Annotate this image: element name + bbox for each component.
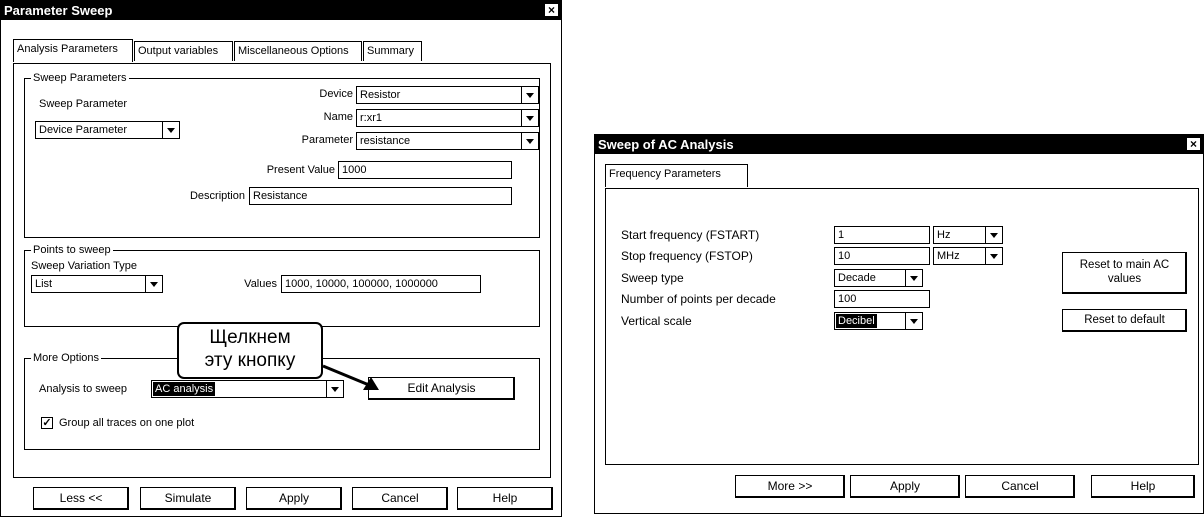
device-select[interactable]: Resistor xyxy=(356,86,539,104)
sweep-parameter-select[interactable]: Device Parameter xyxy=(35,121,180,139)
close-icon[interactable]: × xyxy=(1186,137,1201,151)
start-unit-value: Hz xyxy=(937,229,951,241)
parameter-sweep-window: Parameter Sweep × Analysis Parameters Ou… xyxy=(0,0,562,517)
chevron-down-icon[interactable] xyxy=(521,133,538,149)
less-button[interactable]: Less << xyxy=(33,487,129,510)
apply-button[interactable]: Apply xyxy=(246,487,342,510)
sweep-type-label: Sweep type xyxy=(621,271,684,285)
help-button[interactable]: Help xyxy=(1091,475,1195,498)
description-field[interactable]: Resistance xyxy=(249,187,512,205)
tab-miscellaneous-options[interactable]: Miscellaneous Options xyxy=(234,41,362,61)
tab-summary[interactable]: Summary xyxy=(363,41,422,61)
help-button[interactable]: Help xyxy=(457,487,553,510)
chevron-down-icon[interactable] xyxy=(985,248,1002,264)
reset-to-default-button[interactable]: Reset to default xyxy=(1062,309,1187,332)
start-unit-select[interactable]: Hz xyxy=(933,226,1003,244)
parameter-label: Parameter xyxy=(301,134,353,146)
frequency-parameters-panel: Start frequency (FSTART) 1 Hz Stop frequ… xyxy=(605,188,1199,465)
stop-frequency-label: Stop frequency (FSTOP) xyxy=(621,249,753,263)
sweep-parameter-value: Device Parameter xyxy=(39,124,128,136)
parameter-select[interactable]: resistance xyxy=(356,132,539,150)
edit-analysis-button[interactable]: Edit Analysis xyxy=(368,377,515,400)
start-frequency-label: Start frequency (FSTART) xyxy=(621,228,760,242)
points-per-decade-label: Number of points per decade xyxy=(621,292,776,306)
points-per-decade-field[interactable]: 100 xyxy=(834,290,930,308)
more-button[interactable]: More >> xyxy=(735,475,845,498)
sweep-parameters-group: Sweep Parameters Sweep Parameter Device … xyxy=(24,71,540,238)
sweep-parameters-legend: Sweep Parameters xyxy=(31,71,129,85)
window-title: Parameter Sweep xyxy=(1,1,561,20)
description-label: Description xyxy=(189,190,245,202)
chevron-down-icon[interactable] xyxy=(521,87,538,103)
close-icon[interactable]: × xyxy=(544,3,559,17)
present-value-label: Present Value xyxy=(266,164,335,176)
reset-to-main-ac-values-button[interactable]: Reset to main AC values xyxy=(1062,252,1187,294)
simulate-button[interactable]: Simulate xyxy=(140,487,236,510)
chevron-down-icon[interactable] xyxy=(145,276,162,292)
name-label: Name xyxy=(323,111,353,123)
cancel-button[interactable]: Cancel xyxy=(352,487,448,510)
sweep-parameter-label: Sweep Parameter xyxy=(39,98,128,110)
chevron-down-icon[interactable] xyxy=(905,313,922,329)
chevron-down-icon[interactable] xyxy=(162,122,179,138)
points-to-sweep-group: Points to sweep Sweep Variation Type Lis… xyxy=(24,243,540,327)
sweep-variation-type-label: Sweep Variation Type xyxy=(31,260,137,272)
tab-analysis-parameters[interactable]: Analysis Parameters xyxy=(13,39,133,62)
start-frequency-field[interactable]: 1 xyxy=(834,226,930,244)
stop-frequency-field[interactable]: 10 xyxy=(834,247,930,265)
tab-frequency-parameters[interactable]: Frequency Parameters xyxy=(605,164,748,187)
tab-output-variables[interactable]: Output variables xyxy=(134,41,233,61)
analysis-to-sweep-select[interactable]: AC analysis xyxy=(151,380,344,398)
chevron-down-icon[interactable] xyxy=(326,381,343,397)
stop-unit-value: MHz xyxy=(937,250,960,262)
apply-button[interactable]: Apply xyxy=(850,475,960,498)
group-traces-checkbox[interactable]: ✓ xyxy=(41,417,53,429)
group-traces-label: Group all traces on one plot xyxy=(59,417,195,429)
name-value: r:xr1 xyxy=(360,112,382,124)
points-to-sweep-legend: Points to sweep xyxy=(31,243,113,257)
values-label: Values xyxy=(244,278,277,290)
analysis-to-sweep-label: Analysis to sweep xyxy=(39,383,128,395)
vertical-scale-select[interactable]: Decibel xyxy=(834,312,923,330)
cancel-button[interactable]: Cancel xyxy=(965,475,1075,498)
analysis-to-sweep-value: AC analysis xyxy=(153,382,216,396)
reset-main-line-1: Reset to main AC xyxy=(1079,259,1170,271)
present-value-field[interactable]: 1000 xyxy=(338,161,512,179)
parameter-value: resistance xyxy=(360,135,411,147)
vertical-scale-label: Vertical scale xyxy=(621,314,692,328)
reset-main-line-2: values xyxy=(1107,273,1142,285)
ac-sweep-window: Sweep of AC Analysis × Frequency Paramet… xyxy=(594,134,1204,514)
analysis-parameters-panel: Sweep Parameters Sweep Parameter Device … xyxy=(13,63,551,478)
sweep-variation-type-select[interactable]: List xyxy=(31,275,163,293)
stop-unit-select[interactable]: MHz xyxy=(933,247,1003,265)
more-options-legend: More Options xyxy=(31,351,102,365)
window-title: Sweep of AC Analysis xyxy=(595,135,1203,154)
callout-line-2: эту кнопку xyxy=(204,350,296,371)
sweep-variation-type-value: List xyxy=(35,278,53,290)
chevron-down-icon[interactable] xyxy=(985,227,1002,243)
device-value: Resistor xyxy=(360,89,401,101)
values-field[interactable]: 1000, 10000, 100000, 1000000 xyxy=(281,275,481,293)
vertical-scale-value: Decibel xyxy=(836,314,877,328)
chevron-down-icon[interactable] xyxy=(521,110,538,126)
device-label: Device xyxy=(319,88,353,100)
sweep-type-value: Decade xyxy=(838,272,876,284)
instruction-callout: Щелкнем эту кнопку xyxy=(177,322,323,379)
sweep-type-select[interactable]: Decade xyxy=(834,269,923,287)
name-select[interactable]: r:xr1 xyxy=(356,109,539,127)
callout-line-1: Щелкнем xyxy=(209,327,291,348)
chevron-down-icon[interactable] xyxy=(905,270,922,286)
